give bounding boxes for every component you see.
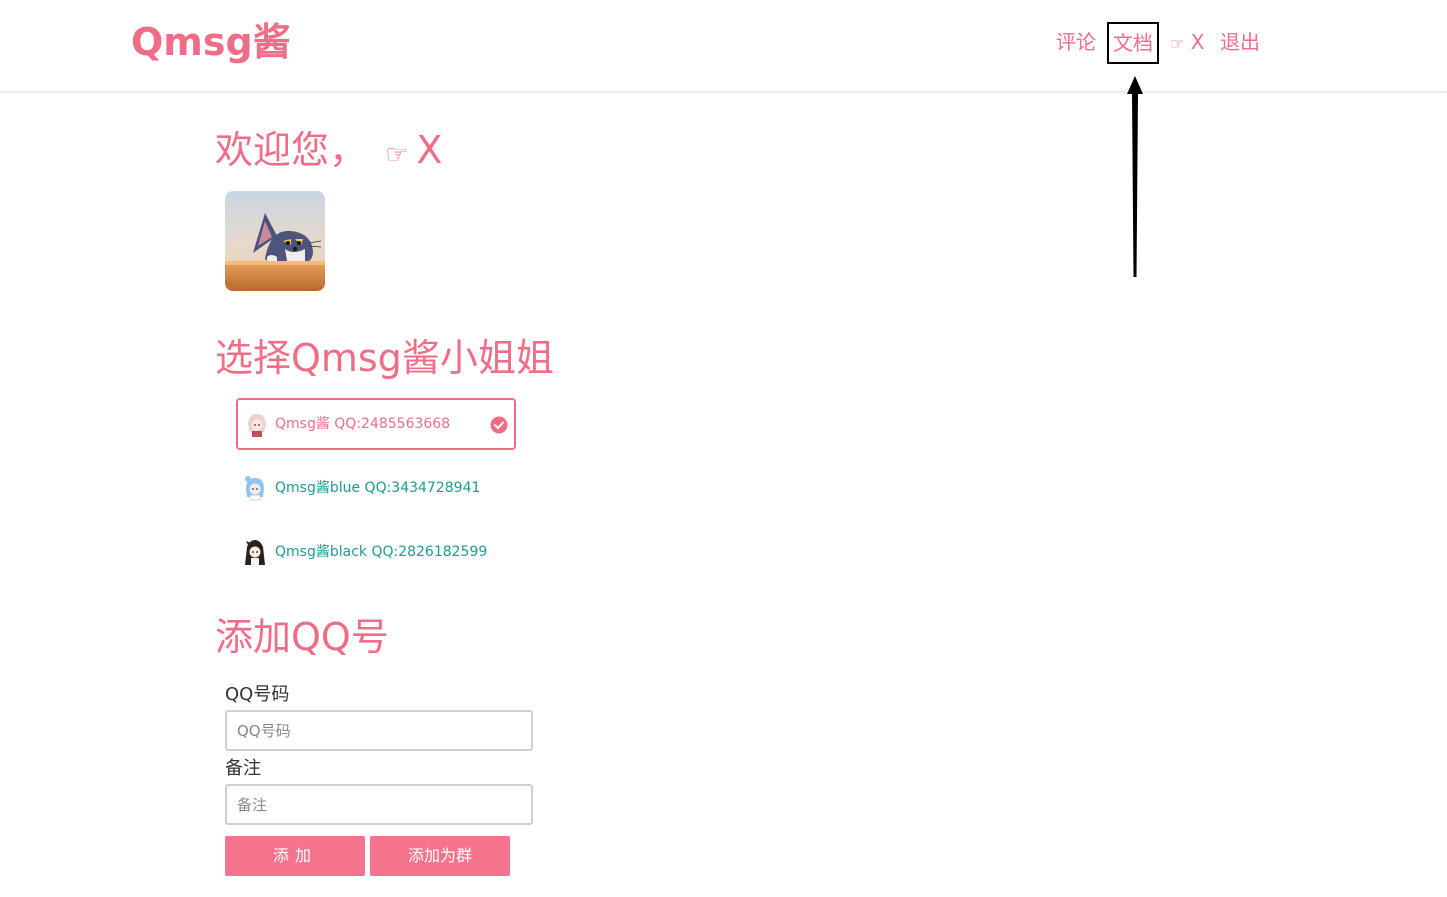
add-button[interactable]: 添加 [225,836,365,876]
bot-option-label: Qmsg酱black QQ:2826182599 [275,544,488,560]
qq-number-input[interactable] [225,710,533,751]
nav-logout-link[interactable]: 退出 [1220,22,1260,62]
bot-option-pink[interactable]: Qmsg酱 QQ:2485563668 [236,398,516,450]
anime-girl-black-avatar-icon [245,540,265,565]
pointing-hand-icon: ☞ [1170,34,1185,53]
bot-option-black[interactable]: Qmsg酱black QQ:2826182599 [236,527,516,579]
add-qq-heading: 添加QQ号 [215,615,389,659]
anime-girl-pink-avatar-icon [248,414,266,437]
welcome-text: 欢迎您， [215,128,368,172]
bot-option-label: Qmsg酱 QQ:2485563668 [275,416,451,432]
nav-comment-link[interactable]: 评论 [1056,22,1096,62]
note-label: 备注 [225,758,261,779]
add-as-group-button[interactable]: 添加为群 [370,836,510,876]
site-logo[interactable]: Qmsg酱 [131,18,291,66]
pointing-hand-icon: ☞ [385,140,409,170]
bot-option-blue[interactable]: Qmsg酱blue QQ:3434728941 [236,463,516,515]
welcome-heading: 欢迎您， ☞ X [215,126,442,179]
anime-girl-blue-avatar-icon [245,476,264,501]
check-circle-icon [490,416,508,434]
cat-avatar-icon [225,191,325,291]
user-avatar [225,191,325,291]
note-input[interactable] [225,784,533,825]
select-bot-heading: 选择Qmsg酱小姐姐 [215,336,554,380]
nav-user-link[interactable]: ☞ X [1170,22,1204,62]
nav-docs-link[interactable]: 文档 [1107,22,1159,64]
welcome-user-name: X [416,128,443,172]
bot-option-label: Qmsg酱blue QQ:3434728941 [275,480,481,496]
top-navbar: Qmsg酱 评论 文档 ☞ X 退出 [0,0,1447,93]
nav-user-name: X [1190,30,1205,54]
annotation-arrow-icon [1127,76,1143,277]
qq-number-label: QQ号码 [225,684,290,705]
